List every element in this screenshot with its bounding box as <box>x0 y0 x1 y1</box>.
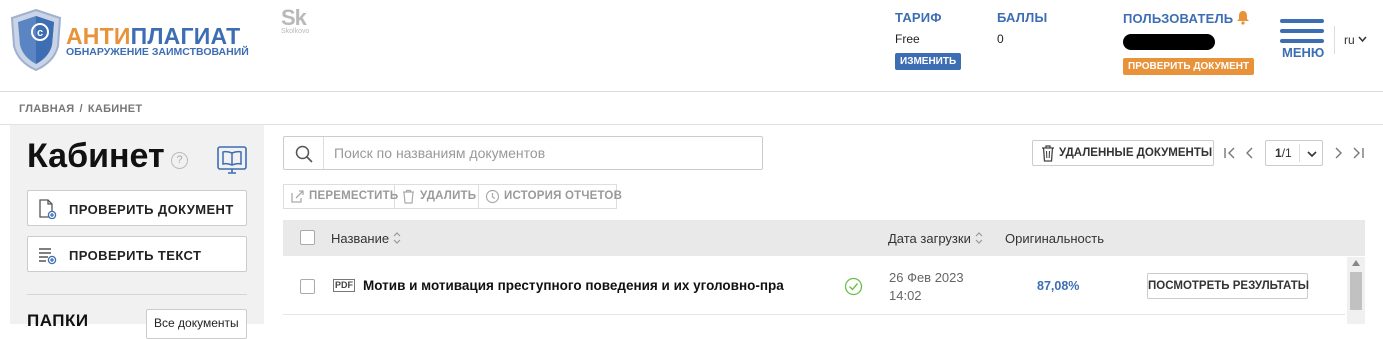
page-current: 1 <box>1275 146 1282 160</box>
sidebar-divider <box>27 294 247 295</box>
search-input[interactable] <box>334 143 754 163</box>
originality-value: 87,08% <box>1037 279 1080 293</box>
document-toolbar: ПЕРЕМЕСТИТЬ УДАЛИТЬ ИСТОРИЯ ОТЧЕТОВ <box>283 184 622 209</box>
delete-label: УДАЛИТЬ <box>420 190 477 202</box>
logo-subtitle: ОБНАРУЖЕНИЕ ЗАИМСТВОВАНИЙ <box>66 46 249 58</box>
first-page-icon[interactable] <box>1223 146 1237 160</box>
language-select[interactable]: ru <box>1344 33 1367 47</box>
page-total: /1 <box>1281 146 1292 160</box>
breadcrumb: ГЛАВНАЯ / КАБИНЕТ <box>19 103 142 115</box>
header-divider <box>1334 26 1335 54</box>
move-label: ПЕРЕМЕСТИТЬ <box>309 190 399 202</box>
sort-icon <box>393 232 401 244</box>
trash-icon <box>1042 145 1054 162</box>
document-title[interactable]: Мотив и мотивация преступного поведения … <box>363 278 833 293</box>
deleted-documents-label: УДАЛЕННЫЕ ДОКУМЕНТЫ <box>1059 147 1213 159</box>
change-tariff-button[interactable]: ИЗМЕНИТЬ <box>895 53 962 70</box>
menu-label[interactable]: МЕНЮ <box>1282 45 1324 60</box>
search-divider <box>323 137 324 169</box>
check-document-button[interactable]: ПРОВЕРИТЬ ДОКУМЕНТ <box>27 190 247 226</box>
breadcrumb-current: КАБИНЕТ <box>87 103 143 115</box>
column-date-label: Дата загрузки <box>888 231 971 246</box>
row-checkbox[interactable] <box>300 279 315 294</box>
table-row[interactable]: PDF Мотив и мотивация преступного поведе… <box>283 257 1345 315</box>
search-icon[interactable] <box>295 145 313 163</box>
text-add-icon <box>39 248 57 265</box>
next-page-icon[interactable] <box>1331 146 1345 160</box>
folders-title: ПАПКИ <box>27 311 89 330</box>
select-all-checkbox[interactable] <box>300 230 315 245</box>
search-box <box>283 136 763 170</box>
view-results-button[interactable]: ПОСМОТРЕТЬ РЕЗУЛЬТАТЫ <box>1147 273 1309 299</box>
tariff-label: ТАРИФ <box>895 10 942 25</box>
check-text-button[interactable]: ПРОВЕРИТЬ ТЕКСТ <box>27 236 247 272</box>
check-text-label: ПРОВЕРИТЬ ТЕКСТ <box>69 248 202 263</box>
skolkovo-logo: Sk Skolkovo <box>281 5 321 42</box>
points-label: БАЛЛЫ <box>997 10 1048 25</box>
tariff-value: Free <box>895 32 920 46</box>
tariff-block: ТАРИФ Free ИЗМЕНИТЬ <box>895 10 962 70</box>
help-icon[interactable]: ? <box>171 152 188 169</box>
document-add-icon <box>39 199 57 219</box>
column-date-header[interactable]: Дата загрузки <box>888 231 983 246</box>
antiplagiat-logo[interactable]: c АНТИПЛАГИАТ ОБНАРУЖЕНИЕ ЗАИМСТВОВАНИЙ <box>8 8 258 78</box>
upload-date-day: 26 Фев 2023 <box>889 270 964 285</box>
scroll-up-icon[interactable] <box>1352 260 1360 266</box>
delete-button[interactable]: УДАЛИТЬ <box>395 185 479 208</box>
last-page-icon[interactable] <box>1351 146 1365 160</box>
breadcrumb-home[interactable]: ГЛАВНАЯ <box>19 103 74 115</box>
points-value: 0 <box>997 32 1004 46</box>
deleted-documents-button[interactable]: УДАЛЕННЫЕ ДОКУМЕНТЫ <box>1032 140 1214 166</box>
column-originality-header: Оригинальность <box>1005 231 1105 246</box>
bell-icon[interactable] <box>1236 10 1250 25</box>
shield-logo-icon: c <box>10 8 62 72</box>
svg-text:c: c <box>37 27 43 39</box>
move-icon <box>291 190 304 203</box>
table-header: Название Дата загрузки Оригинальность <box>283 220 1365 256</box>
page-select[interactable]: 1/1 <box>1265 140 1323 166</box>
page-title: Кабинет <box>27 137 165 175</box>
scroll-thumb[interactable] <box>1350 272 1362 310</box>
chevron-down-icon <box>1358 36 1367 43</box>
check-document-label: ПРОВЕРИТЬ ДОКУМЕНТ <box>69 202 234 217</box>
logo-wordmark: АНТИПЛАГИАТ <box>66 24 240 48</box>
prev-page-icon[interactable] <box>1243 146 1257 160</box>
sort-icon <box>975 232 983 244</box>
book-icon[interactable] <box>217 145 247 175</box>
skolkovo-mark: Sk <box>281 5 307 30</box>
user-block: ПОЛЬЗОВАТЕЛЬ ПРОВЕРИТЬ ДОКУМЕНТ <box>1123 10 1255 75</box>
move-button[interactable]: ПЕРЕМЕСТИТЬ <box>284 185 399 208</box>
sidebar: Кабинет ? ПРОВЕРИТЬ ДОКУМЕНТ ПРОВЕРИТЬ Т… <box>10 125 264 339</box>
user-label[interactable]: ПОЛЬЗОВАТЕЛЬ <box>1123 10 1254 26</box>
chevron-down-icon <box>1307 151 1317 158</box>
table-scrollbar[interactable] <box>1347 257 1365 324</box>
report-history-button[interactable]: ИСТОРИЯ ОТЧЕТОВ <box>479 185 622 208</box>
trash-icon <box>403 189 414 204</box>
report-history-label: ИСТОРИЯ ОТЧЕТОВ <box>504 190 623 202</box>
upload-date: 26 Фев 2023 14:02 <box>889 269 964 305</box>
skolkovo-text: Skolkovo <box>281 28 310 35</box>
breadcrumb-separator: / <box>79 103 83 115</box>
column-name-header[interactable]: Название <box>331 231 401 246</box>
history-icon <box>485 189 500 204</box>
points-block: БАЛЛЫ 0 <box>997 10 1047 46</box>
column-name-label: Название <box>331 231 390 246</box>
user-label-text: ПОЛЬЗОВАТЕЛЬ <box>1123 11 1234 26</box>
top-header: c АНТИПЛАГИАТ ОБНАРУЖЕНИЕ ЗАИМСТВОВАНИЙ … <box>0 0 1383 92</box>
upload-date-time: 14:02 <box>889 288 922 303</box>
check-circle-icon <box>844 277 863 296</box>
header-check-document-button[interactable]: ПРОВЕРИТЬ ДОКУМЕНТ <box>1123 58 1255 75</box>
redacted-username <box>1123 34 1215 50</box>
pdf-icon: PDF <box>333 279 355 292</box>
language-value: ru <box>1344 33 1355 47</box>
all-documents-button[interactable]: Все документы <box>146 309 247 339</box>
